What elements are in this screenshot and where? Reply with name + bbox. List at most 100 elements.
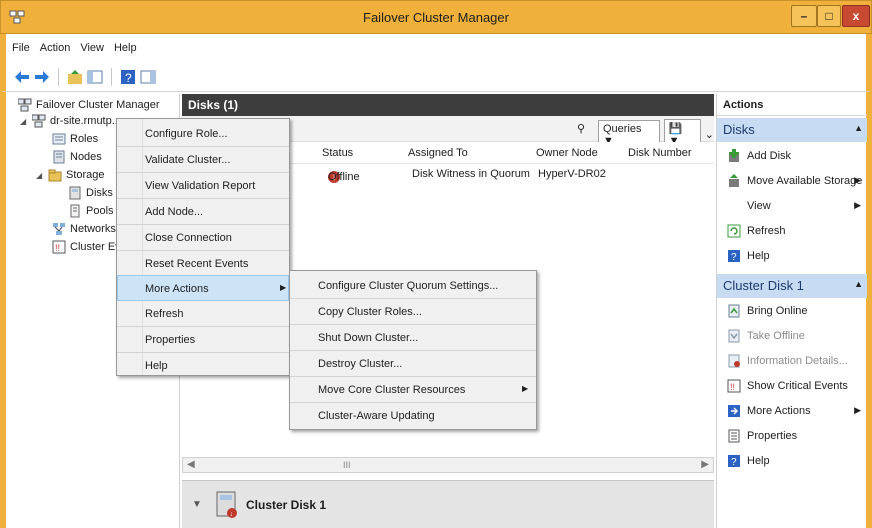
take-offline-icon (728, 329, 740, 343)
action-label: View (747, 200, 771, 212)
menu-item-add-node[interactable]: Add Node... (117, 199, 289, 225)
action-view[interactable]: View ▶ (717, 194, 867, 218)
column-header-owner-node[interactable]: Owner Node (536, 147, 598, 159)
menu-file[interactable]: File (12, 42, 30, 54)
menu-item-validate-cluster[interactable]: Validate Cluster... (117, 147, 289, 173)
action-bring-online[interactable]: Bring Online (717, 299, 867, 323)
column-header-disk-number[interactable]: Disk Number (628, 147, 692, 159)
action-help[interactable]: ? Help (717, 244, 867, 268)
search-icon[interactable]: ⚲ (577, 122, 585, 135)
tree-root-label: Failover Cluster Manager (36, 99, 160, 111)
action-add-disk[interactable]: Add Disk (717, 144, 867, 168)
more-actions-icon (728, 405, 740, 417)
minimize-button[interactable]: – (791, 5, 817, 27)
action-label: Properties (747, 430, 798, 442)
menu-help[interactable]: Help (114, 42, 137, 54)
collapse-icon[interactable]: ⌄ (705, 128, 714, 141)
action-label: Information Details... (747, 355, 848, 367)
menu-item-close-connection[interactable]: Close Connection (117, 225, 289, 251)
tree-root[interactable]: Failover Cluster Manager (18, 98, 160, 112)
action-show-critical-events[interactable]: !! Show Critical Events (717, 374, 867, 398)
tree-cluster-events[interactable]: !! Cluster Ev (52, 240, 121, 254)
tree-networks-label: Networks (70, 223, 116, 235)
submenu-item-cluster-aware-updating[interactable]: Cluster-Aware Updating (290, 403, 536, 429)
action-information-details[interactable]: Information Details... (717, 349, 867, 373)
menu-item-label: Move Core Cluster Resources (318, 384, 466, 396)
menu-item-properties[interactable]: Properties (117, 327, 289, 353)
menu-item-configure-role[interactable]: Configure Role... (117, 121, 289, 147)
column-header-status[interactable]: Status (322, 147, 353, 159)
tree-disks[interactable]: Disks (68, 186, 113, 200)
tree-pools[interactable]: Pools (68, 204, 114, 218)
menu-item-label: Configure Role... (145, 128, 228, 140)
nodes-icon (53, 150, 65, 164)
menu-item-label: Shut Down Cluster... (318, 332, 419, 344)
cluster-disk-icon: ↓ (216, 491, 237, 518)
scroll-right-icon[interactable]: ▶ (701, 459, 709, 470)
collapse-caret-icon[interactable]: ▲ (854, 279, 863, 289)
show-action-pane-icon[interactable] (140, 69, 156, 85)
submenu-item-shut-down-cluster[interactable]: Shut Down Cluster... (290, 325, 536, 351)
tree-cluster-label: dr-site.rmutp... (50, 115, 121, 127)
menu-item-label: Add Node... (145, 206, 204, 218)
tree-networks[interactable]: Networks (52, 222, 116, 236)
bring-online-icon (728, 304, 740, 318)
menu-item-label: View Validation Report (145, 180, 256, 192)
expanded-triangle-icon[interactable]: ◢ (36, 171, 44, 180)
menu-item-label: Refresh (145, 308, 184, 320)
submenu-item-configure-quorum[interactable]: Configure Cluster Quorum Settings... (290, 273, 536, 299)
action-take-offline[interactable]: Take Offline (717, 324, 867, 348)
section-title: Cluster Disk 1 (723, 278, 804, 293)
up-folder-icon[interactable] (67, 69, 83, 85)
menu-item-label: Cluster-Aware Updating (318, 410, 435, 422)
action-more-actions[interactable]: More Actions ▶ (717, 399, 867, 423)
actions-section-disks[interactable]: Disks ▲ (717, 118, 867, 142)
tree-storage[interactable]: ◢ Storage (36, 168, 105, 182)
action-properties[interactable]: Properties (717, 424, 867, 448)
submenu-item-copy-cluster-roles[interactable]: Copy Cluster Roles... (290, 299, 536, 325)
menu-item-label: More Actions (145, 283, 209, 295)
back-icon[interactable] (14, 69, 30, 85)
menu-item-more-actions[interactable]: More Actions ▶ (117, 275, 289, 301)
collapse-caret-icon[interactable]: ▲ (854, 123, 863, 133)
expanded-triangle-icon[interactable]: ◢ (20, 117, 28, 126)
tree-pools-label: Pools (86, 205, 114, 217)
menu-view[interactable]: View (80, 42, 104, 54)
tree-roles[interactable]: Roles (52, 132, 98, 146)
maximize-button[interactable]: □ (817, 5, 841, 27)
menu-item-help[interactable]: Help (117, 353, 289, 379)
horizontal-scrollbar[interactable]: ◀ III ▶ (182, 457, 714, 473)
add-disk-icon (729, 149, 739, 162)
menu-item-view-validation-report[interactable]: View Validation Report (117, 173, 289, 199)
menu-item-label: Configure Cluster Quorum Settings... (318, 280, 499, 292)
menu-item-reset-recent-events[interactable]: Reset Recent Events (117, 251, 289, 277)
actions-section-cluster-disk[interactable]: Cluster Disk 1 ▲ (717, 274, 867, 298)
submenu-item-destroy-cluster[interactable]: Destroy Cluster... (290, 351, 536, 377)
action-refresh[interactable]: Refresh (717, 219, 867, 243)
svg-text:↓: ↓ (230, 511, 234, 518)
svg-text:!!: !! (730, 382, 735, 392)
help-icon[interactable]: ? (120, 69, 136, 85)
menu-item-refresh[interactable]: Refresh (117, 301, 289, 327)
column-header-assigned-to[interactable]: Assigned To (408, 147, 468, 159)
menu-item-label: Copy Cluster Roles... (318, 306, 422, 318)
help-icon: ? (728, 250, 740, 263)
chevron-down-icon[interactable]: ▼ (192, 499, 202, 510)
tree-nodes[interactable]: Nodes (52, 150, 102, 164)
action-move-available-storage[interactable]: Move Available Storage ▶ (717, 169, 867, 193)
submenu-arrow-icon: ▶ (854, 200, 861, 210)
show-hide-tree-icon[interactable] (87, 69, 103, 85)
submenu-item-move-core-resources[interactable]: Move Core Cluster Resources ▶ (290, 377, 536, 403)
window-title: Failover Cluster Manager (363, 10, 509, 25)
forward-icon[interactable] (34, 69, 50, 85)
pools-icon (70, 204, 80, 218)
menu-action[interactable]: Action (40, 42, 71, 54)
toolbar: ? (0, 62, 872, 92)
close-button[interactable]: x (842, 5, 870, 27)
action-label: Help (747, 455, 770, 467)
action-help-disk[interactable]: ? Help (717, 449, 867, 473)
scroll-left-icon[interactable]: ◀ (187, 459, 195, 470)
information-details-icon (728, 354, 740, 368)
tree-cluster[interactable]: ◢ dr-site.rmutp... (20, 114, 121, 128)
scroll-thumb[interactable]: III (343, 460, 351, 470)
